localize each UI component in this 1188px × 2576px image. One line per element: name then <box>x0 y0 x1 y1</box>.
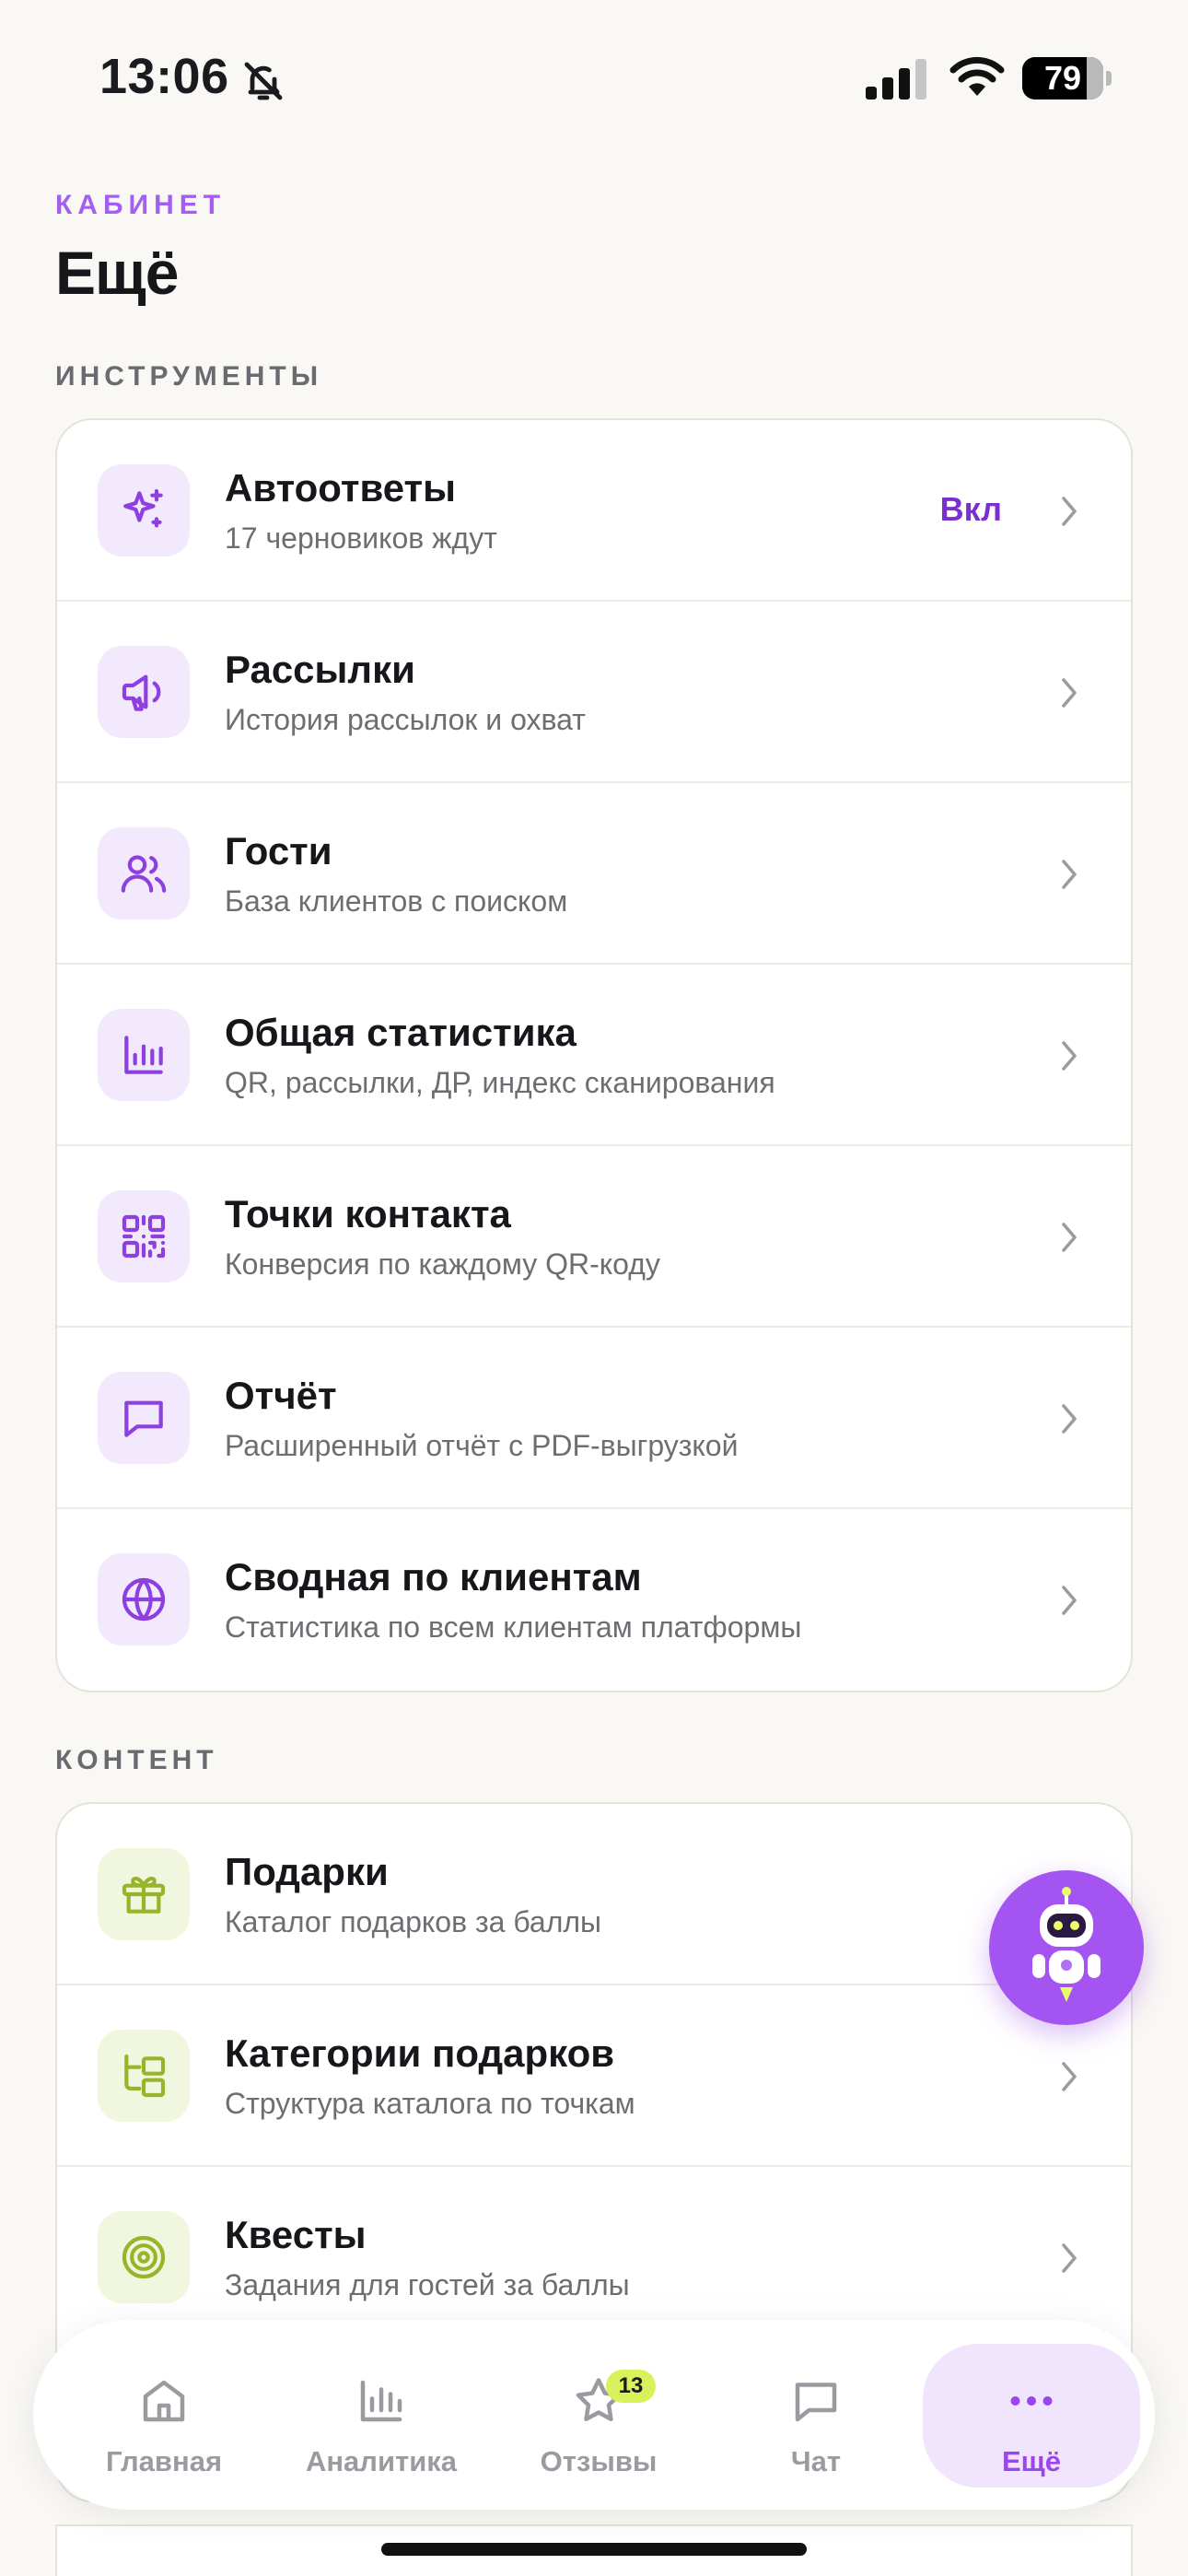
gift-icon <box>122 1876 166 1914</box>
status-time: 13:06 <box>99 49 229 104</box>
tab-reviews[interactable]: 13 Отзывы <box>490 2344 707 2488</box>
battery-level: 79 <box>1043 59 1082 97</box>
list-item-subtitle: QR, рассылки, ДР, индекс сканирования <box>225 1066 775 1099</box>
list-item-title: Рассылки <box>225 648 415 691</box>
list-item-title: Гости <box>225 829 332 872</box>
battery-indicator: 79 <box>1022 57 1112 100</box>
chevron-right-icon <box>1062 678 1077 708</box>
chat-icon <box>795 2383 837 2422</box>
list-item-title: Квесты <box>225 2213 367 2256</box>
chevron-right-icon <box>1062 1586 1077 1615</box>
chevron-right-icon <box>1062 1404 1077 1434</box>
list-item-clients-summary[interactable]: Сводная по клиентам Статистика по всем к… <box>57 1509 1131 1691</box>
analytics-icon <box>360 2380 402 2422</box>
sparkles-icon <box>123 488 163 528</box>
chevron-right-icon <box>1062 1223 1077 1252</box>
page-title: Ещё <box>55 239 179 307</box>
chevron-right-icon <box>1062 2062 1077 2091</box>
list-item-gifts[interactable]: Подарки Каталог подарков за баллы <box>57 1804 1131 1985</box>
status-badge: Вкл <box>939 490 1002 528</box>
notification-badge: 13 <box>606 2370 656 2403</box>
bar-chart-icon <box>124 1036 163 1074</box>
list-item-statistics[interactable]: Общая статистика QR, рассылки, ДР, индек… <box>57 965 1131 1146</box>
section-title-content: КОНТЕНТ <box>55 1745 218 1775</box>
tab-label: Чат <box>790 2445 842 2477</box>
tab-label: Главная <box>105 2445 223 2477</box>
more-icon <box>1010 2396 1053 2406</box>
wifi-icon <box>949 56 1005 96</box>
list-item-mailings[interactable]: Рассылки История рассылок и охват <box>57 602 1131 783</box>
tab-label: Отзывы <box>540 2445 658 2477</box>
list-item-title: Автоответы <box>225 466 456 509</box>
home-icon <box>143 2380 185 2422</box>
assistant-fab-button[interactable] <box>989 1870 1144 2025</box>
tab-analytics[interactable]: Аналитика <box>273 2344 490 2488</box>
list-item-report[interactable]: Отчёт Расширенный отчёт с PDF-выгрузкой <box>57 1328 1131 1509</box>
message-square-icon <box>124 1400 163 1437</box>
page-overline: КАБИНЕТ <box>55 190 227 220</box>
target-icon <box>122 2235 166 2279</box>
robot-assistant-icon <box>1032 1887 1101 2002</box>
list-item-title: Подарки <box>225 1850 389 1893</box>
list-item-subtitle: Каталог подарков за баллы <box>225 1905 602 1938</box>
chevron-right-icon <box>1062 497 1077 526</box>
megaphone-icon <box>122 674 161 711</box>
bottom-tab-bar: Главная Аналитика 13 Отзывы Чат Ещё <box>33 2320 1155 2510</box>
qr-code-icon <box>122 1214 166 1259</box>
list-item-title: Отчёт <box>225 1374 337 1417</box>
list-item-title: Точки контакта <box>225 1192 511 1235</box>
list-item-subtitle: Статистика по всем клиентам платформы <box>225 1610 802 1644</box>
list-item-title: Категории подарков <box>225 2032 615 2075</box>
list-item-title: Общая статистика <box>225 1011 577 1054</box>
list-item-subtitle: База клиентов с поиском <box>225 884 568 918</box>
list-item-subtitle: Расширенный отчёт с PDF-выгрузкой <box>225 1429 739 1462</box>
list-item-autoreplies[interactable]: Автоответы 17 черновиков ждут Вкл <box>57 420 1131 602</box>
list-item-subtitle: История рассылок и охват <box>225 703 586 736</box>
list-item-subtitle: Структура каталога по точкам <box>225 2087 635 2120</box>
cellular-signal-icon <box>866 59 926 100</box>
globe-icon <box>122 1577 166 1622</box>
status-bar: 13:06 79 <box>0 0 1188 157</box>
chevron-right-icon <box>1062 2243 1077 2273</box>
home-indicator <box>381 2543 807 2556</box>
list-item-gift-categories[interactable]: Категории подарков Структура каталога по… <box>57 1985 1131 2167</box>
list-item-subtitle: Задания для гостей за баллы <box>225 2268 630 2301</box>
tab-more[interactable]: Ещё <box>923 2344 1140 2488</box>
tab-label: Аналитика <box>305 2445 458 2477</box>
tab-home[interactable]: Главная <box>55 2344 273 2488</box>
tab-label: Ещё <box>1001 2445 1062 2477</box>
list-item-contact-points[interactable]: Точки контакта Конверсия по каждому QR-к… <box>57 1146 1131 1328</box>
users-icon <box>121 855 167 893</box>
list-item-guests[interactable]: Гости База клиентов с поиском <box>57 783 1131 965</box>
list-item-title: Сводная по клиентам <box>225 1555 642 1598</box>
chevron-right-icon <box>1062 860 1077 889</box>
chevron-right-icon <box>1062 1041 1077 1071</box>
tab-chat[interactable]: Чат <box>707 2344 925 2488</box>
section-title-tools: ИНСТРУМЕНТЫ <box>55 361 323 392</box>
tools-card: Автоответы 17 черновиков ждут Вкл Рассыл… <box>55 418 1133 1692</box>
bell-muted-icon <box>244 62 283 100</box>
folder-tree-icon <box>124 2054 166 2098</box>
list-item-subtitle: Конверсия по каждому QR-коду <box>225 1247 660 1281</box>
list-item-subtitle: 17 черновиков ждут <box>225 521 497 555</box>
